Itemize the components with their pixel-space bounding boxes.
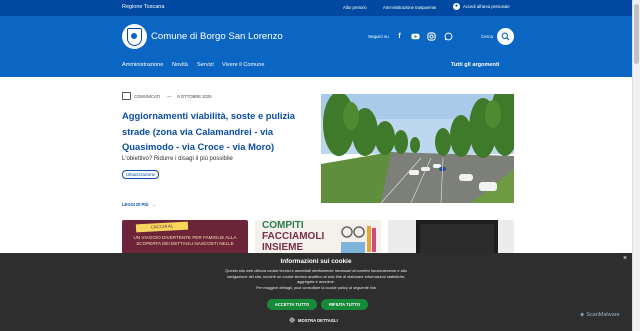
all-topics-link[interactable]: Tutti gli argomenti (451, 62, 499, 68)
region-link[interactable]: Regione Toscana (122, 4, 164, 10)
watermark-text: ScanMalware (586, 312, 620, 318)
card-text: UN VIAGGIO DIVERTENTE PER FAMIGLIE ALLA … (133, 235, 237, 246)
search-button[interactable] (497, 28, 514, 45)
user-icon: ● (453, 3, 460, 10)
accept-all-button[interactable]: ACCETTA TUTTO (267, 299, 317, 310)
card-label: CACCIA AL PARTICOLARE (135, 221, 189, 238)
show-details-label: MOSTRA DETTAGLI (298, 317, 338, 323)
cookie-title: Informazioni sui cookie (280, 258, 352, 265)
nav-vivere-il-comune[interactable]: Vivere il Comune (222, 62, 265, 68)
reject-all-button[interactable]: RIFIUTA TUTTO (321, 299, 368, 310)
cookie-banner: × Informazioni sui cookie Questo sito we… (0, 253, 632, 331)
news-category[interactable]: COMUNICATI (134, 94, 160, 99)
cookie-text-line: Questo sito web utilizza cookie tecnici … (225, 268, 407, 273)
news-meta: COMUNICATI — 6 OTTOBRE 2025 (122, 92, 212, 100)
read-more-link[interactable]: LEGGI DI PIÙ → (122, 202, 156, 207)
cookie-policy-link[interactable]: Per maggiori dettagli, puoi consultare l… (210, 285, 422, 291)
crest-icon (127, 27, 142, 46)
social-label: Seguici su (368, 34, 389, 39)
municipality-logo[interactable] (122, 24, 147, 49)
top-bar: Regione Toscana Albo pretorio Amministra… (0, 0, 632, 16)
site-title[interactable]: Comune di Borgo San Lorenzo (151, 31, 283, 42)
calendar-icon (122, 92, 131, 100)
gear-icon (289, 317, 295, 323)
albo-pretorio-link[interactable]: Albo pretorio (343, 5, 367, 10)
amministrazione-trasparente-link[interactable]: Amministrazione trasparente (383, 5, 436, 10)
news-subtitle: L'obiettivo? Ridurre i disagi il più pos… (122, 156, 233, 162)
event-card[interactable]: COMPITI FACCIAMOLI INSIEME (255, 220, 381, 255)
login-label: Accedi all'area personale (463, 4, 510, 9)
event-card[interactable] (388, 220, 514, 255)
event-card[interactable]: CACCIA AL PARTICOLARE UN VIAGGIO DIVERTE… (122, 220, 248, 255)
site-header: Comune di Borgo San Lorenzo Seguici su f… (0, 16, 632, 77)
meta-separator: — (167, 93, 172, 99)
shield-icon: ◈ (580, 312, 585, 318)
topic-tag[interactable]: Urbanizzazione (122, 170, 159, 179)
whatsapp-icon[interactable] (444, 32, 453, 41)
card-title-line: COMPITI (262, 220, 304, 231)
card-image (416, 220, 498, 255)
search-label: Cerca (481, 34, 494, 39)
card-title-line: FACCIAMOLI (262, 231, 325, 242)
cookie-text: Questo sito web utilizza cookie tecnici … (210, 268, 422, 290)
search-icon (501, 32, 510, 41)
read-more-label: LEGGI DI PIÙ (122, 202, 149, 207)
arrow-right-icon: → (151, 202, 156, 207)
news-date: 6 OTTOBRE 2025 (177, 93, 212, 99)
card-title-line: INSIEME (262, 242, 304, 253)
login-link[interactable]: ● Accedi all'area personale (453, 3, 510, 10)
show-details-button[interactable]: MOSTRA DETTAGLI (289, 317, 338, 323)
instagram-icon[interactable] (427, 32, 436, 41)
nav-amministrazione[interactable]: Amministrazione (122, 62, 163, 68)
scrollbar-thumb[interactable] (634, 4, 639, 64)
stationery-illustration (341, 226, 376, 254)
page-scrollbar[interactable] (632, 0, 640, 331)
scanmalware-watermark: ◈ ScanMalware (580, 312, 620, 318)
facebook-icon[interactable]: f (395, 32, 404, 41)
nav-novita[interactable]: Novità (172, 62, 188, 68)
nav-servizi[interactable]: Servizi (197, 62, 214, 68)
news-hero-image[interactable] (321, 94, 514, 203)
news-headline[interactable]: Aggiornamenti viabilità, soste e pulizia… (122, 108, 312, 155)
youtube-icon[interactable] (411, 32, 420, 41)
